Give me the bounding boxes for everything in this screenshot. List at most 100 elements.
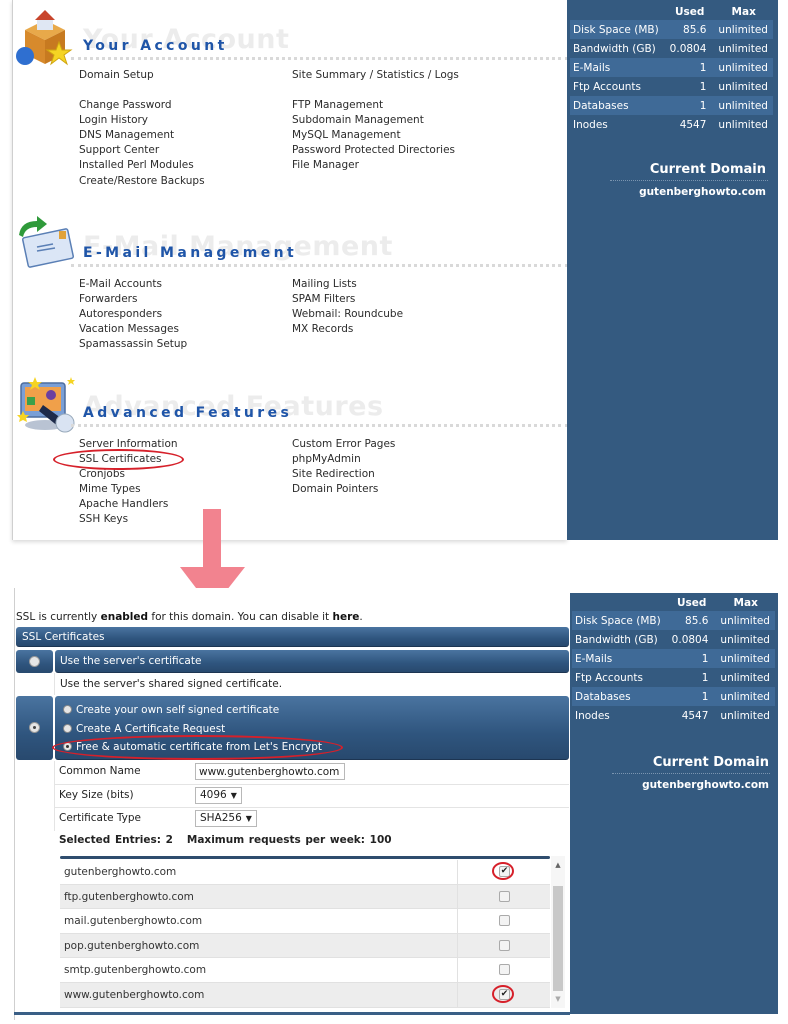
link-support-center[interactable]: Support Center: [79, 143, 205, 158]
common-name-input[interactable]: [195, 763, 345, 780]
link-webmail-roundcube[interactable]: Webmail: Roundcube: [292, 307, 403, 322]
option-lets-encrypt[interactable]: Free & automatic certificate from Let's …: [63, 741, 322, 753]
option-cert-request[interactable]: Create A Certificate Request: [63, 723, 225, 735]
usage-row: E-Mails 1 unlimited: [570, 58, 773, 77]
domain-row: mail.gutenberghowto.com: [60, 909, 550, 934]
link-forwarders[interactable]: Forwarders: [79, 292, 187, 307]
domain-name: gutenberghowto.com: [64, 866, 177, 878]
server-cert-description: Use the server's shared signed certifica…: [60, 678, 283, 690]
domain-checkbox[interactable]: [499, 890, 510, 902]
link-password-protected-directories[interactable]: Password Protected Directories: [292, 143, 459, 158]
usage-used: 1: [664, 58, 715, 77]
option-self-signed[interactable]: Create your own self signed certificate: [63, 704, 279, 716]
link-mx-records[interactable]: MX Records: [292, 322, 403, 337]
ssl-status-middle: for this domain. You can disable it: [148, 611, 333, 623]
domain-list-scrollbar[interactable]: ▲ ▼: [551, 856, 565, 1008]
option-label: Create A Certificate Request: [76, 723, 226, 735]
section-advanced-features: Advanced Features Advanced Features Serv…: [13, 371, 568, 525]
usage-row: Disk Space (MB) 85.6 unlimited: [570, 20, 773, 39]
usage-label: Ftp Accounts: [575, 671, 644, 684]
domain-checkbox[interactable]: ✔: [499, 866, 510, 877]
link-domain-setup[interactable]: Domain Setup: [79, 68, 205, 83]
usage-max: unlimited: [720, 671, 770, 684]
link-custom-error-pages[interactable]: Custom Error Pages: [292, 437, 395, 452]
link-mailing-lists[interactable]: Mailing Lists: [292, 277, 403, 292]
domain-list: gutenberghowto.com ✔ ftp.gutenberghowto.…: [58, 856, 550, 1008]
custom-cert-radio-cell[interactable]: [16, 696, 53, 760]
domain-checkbox[interactable]: [499, 939, 510, 951]
domain-checkbox[interactable]: [499, 964, 510, 976]
domain-name: ftp.gutenberghowto.com: [64, 890, 194, 903]
link-domain-pointers[interactable]: Domain Pointers: [292, 482, 395, 497]
link-mime-types[interactable]: Mime Types: [79, 482, 178, 497]
usage-label: Bandwidth (GB): [573, 42, 656, 55]
link-phpmyadmin[interactable]: phpMyAdmin: [292, 452, 395, 467]
usage-label: Databases: [570, 96, 665, 115]
lets-encrypt-radio[interactable]: [63, 742, 72, 751]
max-requests-per-week: Maximum requests per week: 100: [186, 834, 392, 846]
server-cert-radio-cell[interactable]: [16, 650, 53, 673]
link-login-history[interactable]: Login History: [79, 113, 205, 128]
link-ssl-certificates[interactable]: SSL Certificates: [79, 452, 178, 467]
usage-max: unlimited: [720, 709, 770, 722]
link-autoresponders[interactable]: Autoresponders: [79, 307, 187, 322]
usage-label: E-Mails: [570, 58, 665, 77]
domain-list-header: [60, 856, 550, 859]
usage-max: unlimited: [714, 58, 773, 77]
usage-header-label: [572, 595, 667, 611]
usage-label: E-Mails: [572, 649, 667, 668]
usage-used: 1: [699, 80, 707, 93]
key-size-value: 4096: [200, 789, 227, 801]
dropdown-caret-icon: ▼: [230, 791, 237, 800]
usage-used: 1: [664, 96, 715, 115]
link-site-summary[interactable]: Site Summary / Statistics / Logs: [292, 68, 459, 83]
server-cert-radio[interactable]: [29, 656, 40, 667]
entries-info: Selected Entries: 2 Maximum requests per…: [59, 834, 392, 846]
key-size-select[interactable]: 4096 ▼: [195, 787, 242, 804]
cert-type-select[interactable]: SHA256 ▼: [195, 810, 257, 827]
link-vacation-messages[interactable]: Vacation Messages: [79, 322, 187, 337]
link-spam-filters[interactable]: SPAM Filters: [292, 292, 403, 307]
usage-label: Databases: [572, 687, 667, 706]
scroll-down-icon[interactable]: ▼: [551, 992, 565, 1006]
link-installed-perl-modules[interactable]: Installed Perl Modules: [79, 158, 205, 173]
link-create-restore-backups[interactable]: Create/Restore Backups: [79, 174, 205, 189]
usage-label: Inodes: [573, 118, 608, 131]
custom-cert-radio[interactable]: [29, 722, 40, 733]
domain-row: ftp.gutenberghowto.com: [60, 884, 550, 910]
link-server-information[interactable]: Server Information: [79, 437, 178, 452]
section-title: E-Mail Management: [83, 245, 298, 261]
dropdown-caret-icon: ▼: [245, 814, 252, 823]
link-cronjobs[interactable]: Cronjobs: [79, 467, 178, 482]
usage-used: 0.0804: [671, 633, 709, 646]
server-cert-option[interactable]: Use the server's certificate: [55, 650, 569, 673]
usage-max: unlimited: [714, 20, 773, 39]
domain-checkbox[interactable]: ✔: [499, 989, 510, 1000]
link-subdomain-management[interactable]: Subdomain Management: [292, 113, 459, 128]
usage-used: 85.6: [664, 20, 715, 39]
link-ftp-management[interactable]: FTP Management: [292, 98, 459, 113]
link-change-password[interactable]: Change Password: [79, 98, 205, 113]
advanced-links-left: Server Information SSL Certificates Cron…: [79, 437, 178, 528]
disable-ssl-link[interactable]: here: [333, 611, 360, 623]
usage-max: unlimited: [718, 42, 768, 55]
domain-checkbox[interactable]: [499, 915, 510, 927]
link-mysql-management[interactable]: MySQL Management: [292, 128, 459, 143]
link-site-redirection[interactable]: Site Redirection: [292, 467, 395, 482]
link-spamassassin-setup[interactable]: Spamassassin Setup: [79, 337, 187, 352]
usage-used: 0.0804: [669, 42, 707, 55]
usage-row: E-Mails 1 unlimited: [572, 649, 775, 668]
usage-header-max: Max: [733, 597, 758, 609]
link-apache-handlers[interactable]: Apache Handlers: [79, 497, 178, 512]
cert-request-radio[interactable]: [63, 724, 72, 733]
usage-label: Bandwidth (GB): [575, 633, 658, 646]
scroll-thumb[interactable]: [553, 886, 563, 991]
self-signed-radio[interactable]: [63, 705, 72, 714]
link-dns-management[interactable]: DNS Management: [79, 128, 205, 143]
link-file-manager[interactable]: File Manager: [292, 158, 459, 173]
usage-used: 4547: [681, 709, 709, 722]
link-email-accounts[interactable]: E-Mail Accounts: [79, 277, 187, 292]
scroll-up-icon[interactable]: ▲: [551, 858, 565, 872]
usage-header-used: Used: [676, 597, 707, 609]
link-ssh-keys[interactable]: SSH Keys: [79, 512, 178, 527]
